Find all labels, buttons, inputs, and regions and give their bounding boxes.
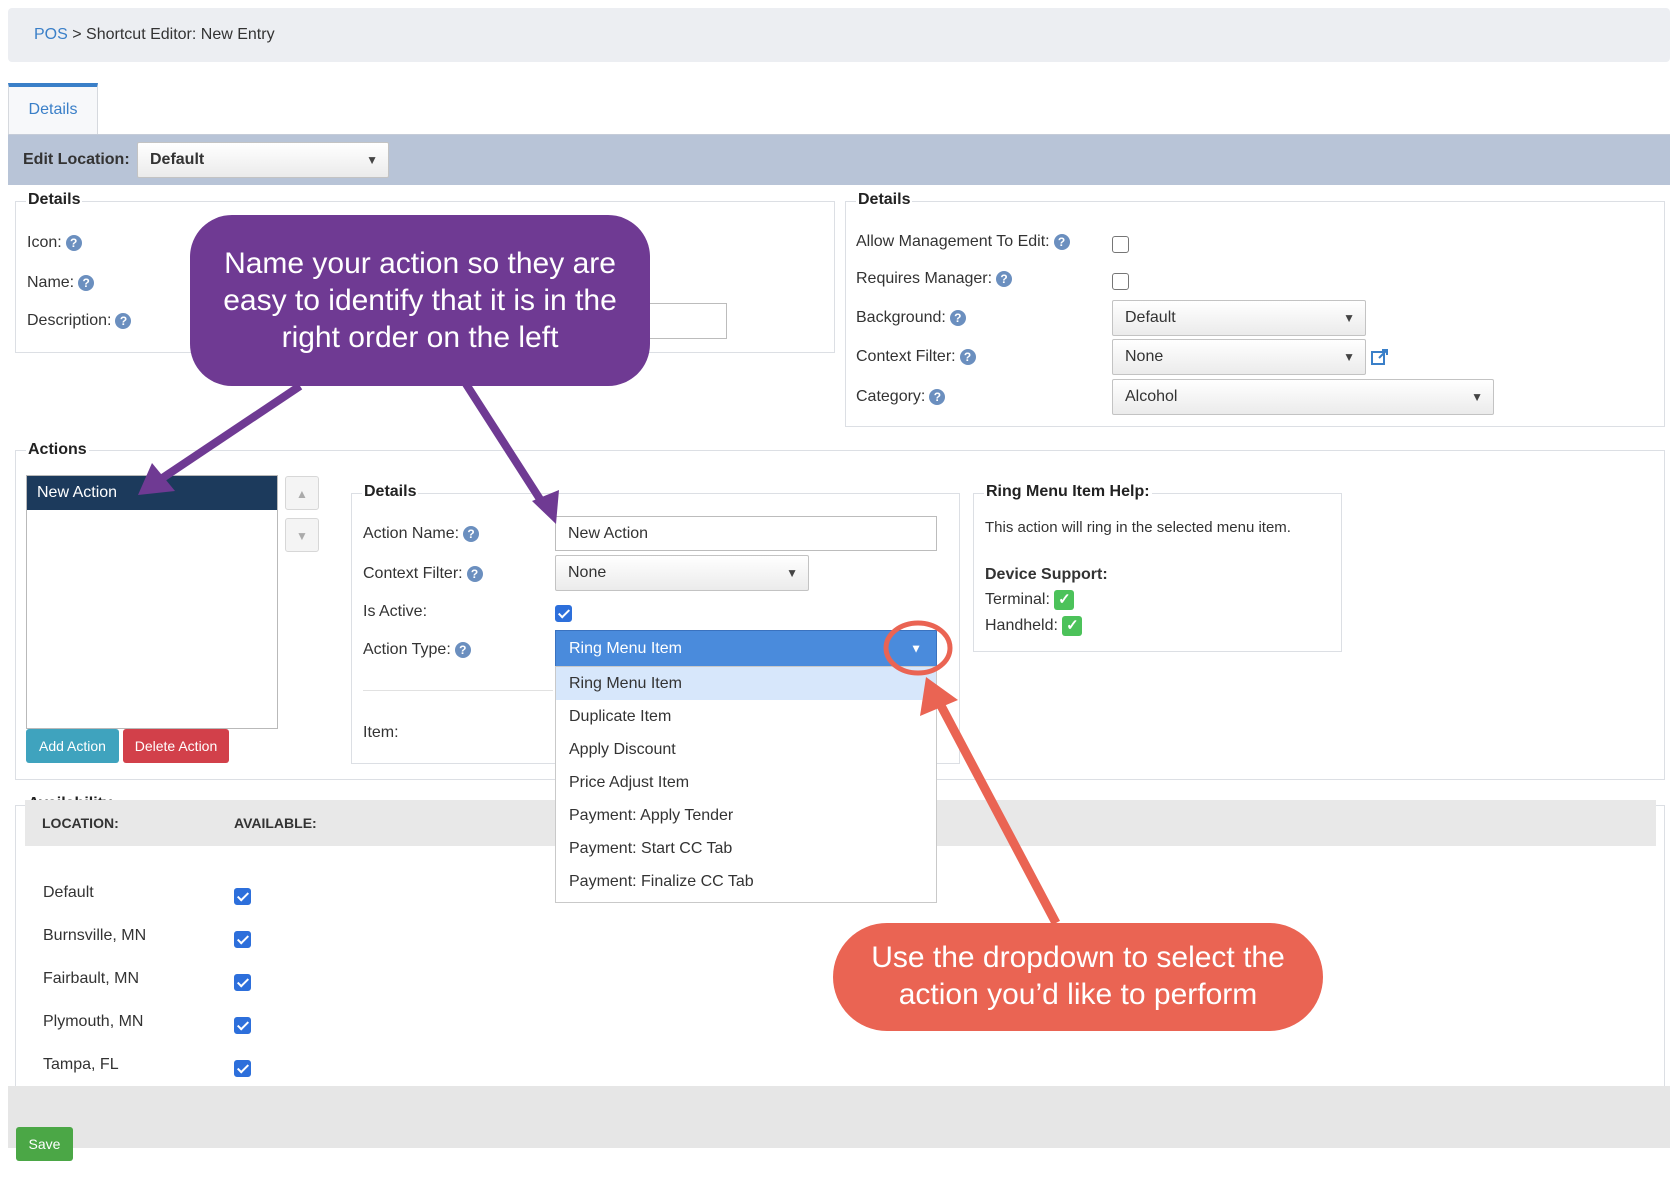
- purple-arrows: [138, 381, 559, 524]
- annotation-overlay: [138, 215, 1323, 1031]
- red-arrow: [883, 620, 1060, 926]
- red-callout-text: Use the dropdown to select the action yo…: [871, 941, 1285, 1011]
- purple-callout-text: Name your action so they are easy to ide…: [223, 247, 617, 354]
- highlight-circle: [883, 620, 953, 676]
